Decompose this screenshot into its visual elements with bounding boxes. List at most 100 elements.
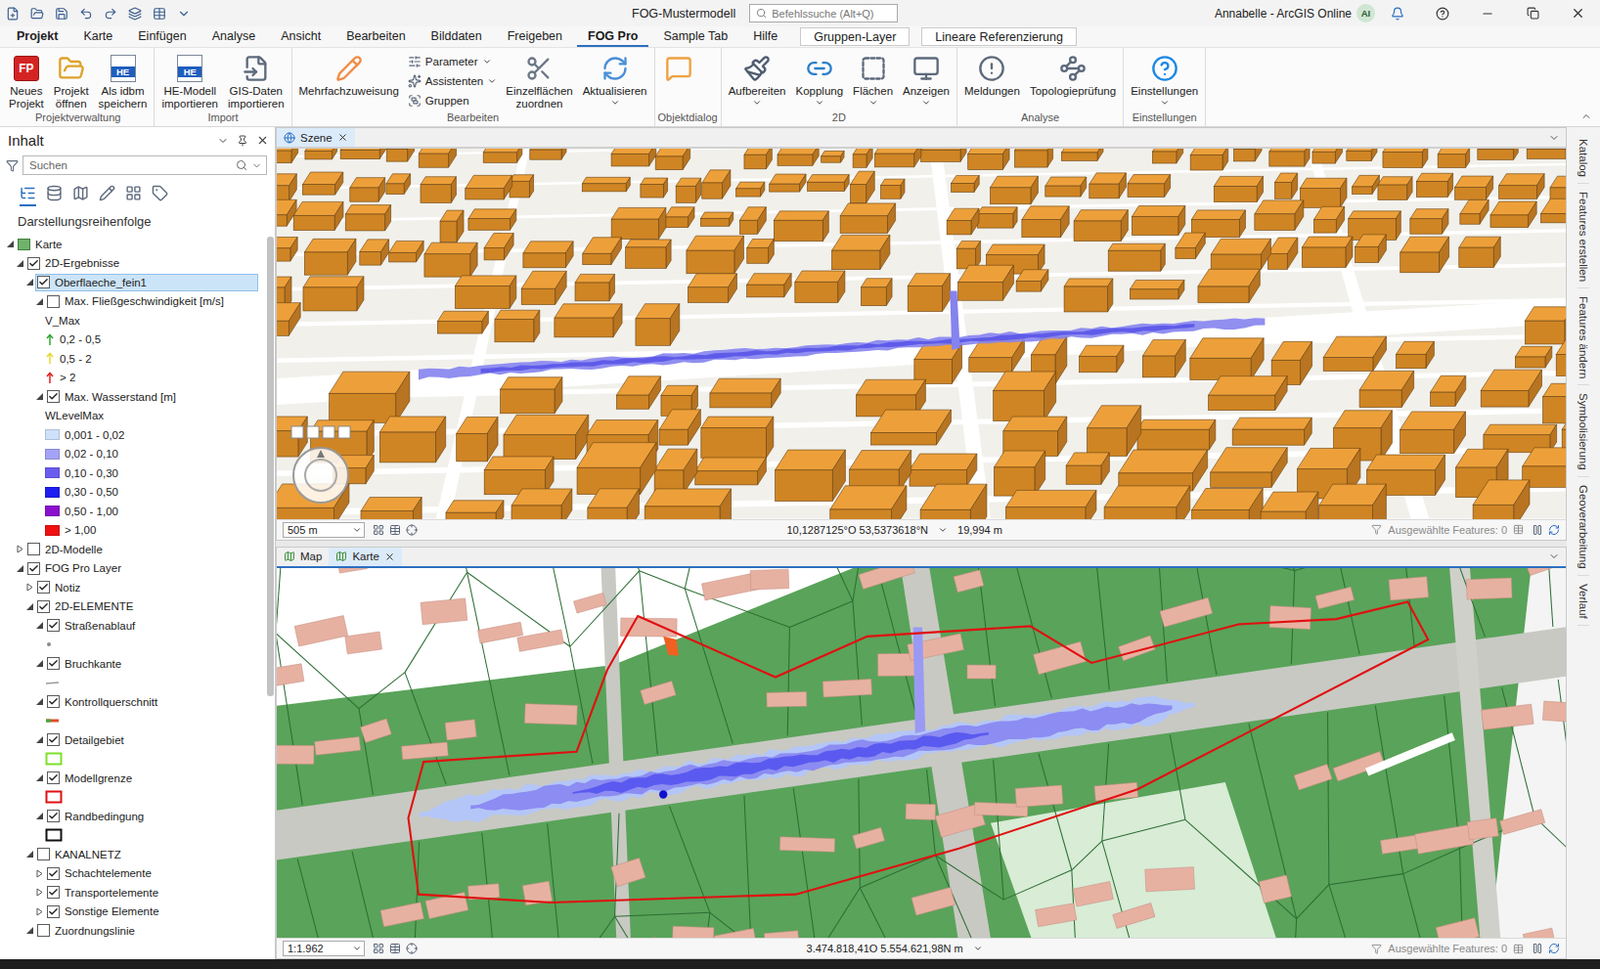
filter-icon[interactable] [5,159,19,173]
tree-row-body[interactable]: Sonstige Elemente [44,902,259,921]
ribbon-tab[interactable]: Analyse [201,26,267,47]
expander[interactable] [33,620,45,632]
expander[interactable] [33,734,45,747]
expander[interactable] [23,925,36,937]
ribbon-small-button[interactable]: Gruppen [404,90,500,110]
expander[interactable] [33,772,45,785]
ribbon-button[interactable]: GIS-Datenimportieren [223,50,289,112]
layer-checkbox[interactable] [37,847,50,861]
restore-button[interactable] [1510,0,1556,27]
quick-access-icon[interactable] [177,6,191,21]
tree-row-body[interactable]: KANALNETZ [35,845,259,864]
grid-icon[interactable] [372,942,385,955]
tree-row-body[interactable]: Bruchkante [44,655,259,673]
tree-row[interactable]: 0,5 - 2 [0,349,267,369]
layer-checkbox[interactable] [37,275,50,289]
contents-view-button[interactable] [19,184,37,207]
table-icon[interactable] [1512,524,1524,535]
expander[interactable] [23,581,36,594]
expander[interactable] [33,696,45,709]
tree-row[interactable] [0,826,267,846]
side-tab[interactable]: Features ändern [1577,290,1590,386]
side-tab[interactable]: Symbolisierung [1577,387,1590,478]
scroll-thumb[interactable] [266,236,274,697]
quick-access-icon[interactable] [103,6,118,21]
tree-row-body[interactable] [43,711,259,730]
tree-row-body[interactable]: 2D-ELEMENTE [35,597,259,616]
ribbon-tab[interactable]: Bearbeiten [335,26,416,47]
layer-checkbox[interactable] [46,733,60,747]
dropdown-icon[interactable] [973,943,983,954]
compass-icon[interactable] [290,444,352,506]
tree-row-body[interactable]: Zuordnungslinie [35,922,259,940]
chevron-icon[interactable] [1548,550,1560,563]
layer-checkbox[interactable] [46,771,60,785]
close-icon[interactable] [337,132,349,143]
tree-row[interactable]: 0,001 - 0,02 [0,425,267,445]
expander[interactable] [23,600,36,613]
tree-row-body[interactable]: 0,50 - 1,00 [43,502,259,521]
side-tab[interactable]: Katalog [1577,133,1590,184]
tree-row[interactable]: WLevelMax [0,406,267,427]
tree-row-body[interactable]: 0,001 - 0,02 [43,426,259,445]
tree-row-body[interactable]: Randbedingung [44,807,259,826]
notifications-button[interactable] [1375,0,1421,27]
side-tab[interactable]: Verlauf [1577,577,1590,626]
scrollbar[interactable] [266,232,275,960]
ribbon-button[interactable]: FPNeuesProjekt [4,50,48,112]
ribbon-button[interactable]: Einzelflächenzuordnen [501,50,577,112]
user-avatar[interactable]: AI [1356,3,1376,23]
tree-row[interactable]: Karte [0,234,267,255]
pause-icon[interactable] [1531,942,1544,955]
tree-row[interactable]: Transportelemente [0,883,267,903]
tree-row-body[interactable]: 2D-Ergebnisse [25,254,259,272]
pin-icon[interactable] [236,134,249,147]
contents-view-button[interactable] [98,184,116,207]
expander[interactable] [13,562,26,575]
expander[interactable] [33,391,45,403]
expander[interactable] [33,887,45,899]
ribbon-button[interactable]: Projektöffnen [49,50,93,112]
contents-search[interactable]: Suchen [22,155,267,176]
tree-row[interactable]: 2D-Ergebnisse [0,254,267,274]
layer-checkbox[interactable] [37,600,50,614]
expander[interactable] [13,543,26,556]
ribbon-tab[interactable]: Projekt [5,26,69,47]
tree-row-body[interactable]: 0,30 - 0,50 [43,483,259,501]
tree-row-body[interactable] [43,826,259,845]
tree-row[interactable]: > 1,00 [0,521,267,541]
ribbon-button[interactable]: Topologieprüfung [1025,50,1120,99]
contents-view-button[interactable] [45,184,63,207]
tree-row-body[interactable]: 0,2 - 0,5 [43,330,259,349]
ribbon-button[interactable]: Aufbereiten [724,50,791,109]
grid-icon[interactable] [372,524,385,536]
layer-checkbox[interactable] [37,580,50,594]
tree-row[interactable]: Oberflaeche_fein1 [0,272,267,293]
scene-3d-view[interactable] [276,148,1566,520]
layer-checkbox[interactable] [27,542,41,556]
expander[interactable] [33,867,45,880]
tree-row-body[interactable]: Max. Wasserstand [m] [44,388,259,406]
tree-row[interactable] [0,750,267,770]
close-button[interactable] [1555,0,1600,27]
tree-row-body[interactable]: FOG Pro Layer [25,559,259,578]
ribbon-small-button[interactable]: Assistenten [404,71,500,90]
ribbon-tab[interactable]: Freigeben [496,26,574,47]
map-2d-view[interactable] [276,568,1566,939]
tree-row[interactable] [0,711,267,732]
tree-row-body[interactable]: Oberflaeche_fein1 [35,273,259,292]
close-icon[interactable] [256,133,269,147]
help-button[interactable] [1420,0,1466,27]
table-icon[interactable] [389,942,401,955]
tree-row[interactable]: Notiz [0,577,267,598]
tree-row[interactable]: V_Max [0,311,267,331]
tree-row-body[interactable]: 0,10 - 0,30 [43,464,259,483]
ribbon-tab[interactable]: Sample Tab [652,26,739,47]
tree-row[interactable]: Bruchkante [0,654,267,674]
ribbon-button[interactable]: HEHE-Modellimportieren [157,50,223,112]
tree-row[interactable] [0,635,267,656]
collapse-ribbon-button[interactable] [1580,110,1600,127]
tree-row-body[interactable]: 0,5 - 2 [43,350,259,368]
panel-menu-icon[interactable] [217,134,229,147]
dropdown-icon[interactable] [937,525,948,535]
